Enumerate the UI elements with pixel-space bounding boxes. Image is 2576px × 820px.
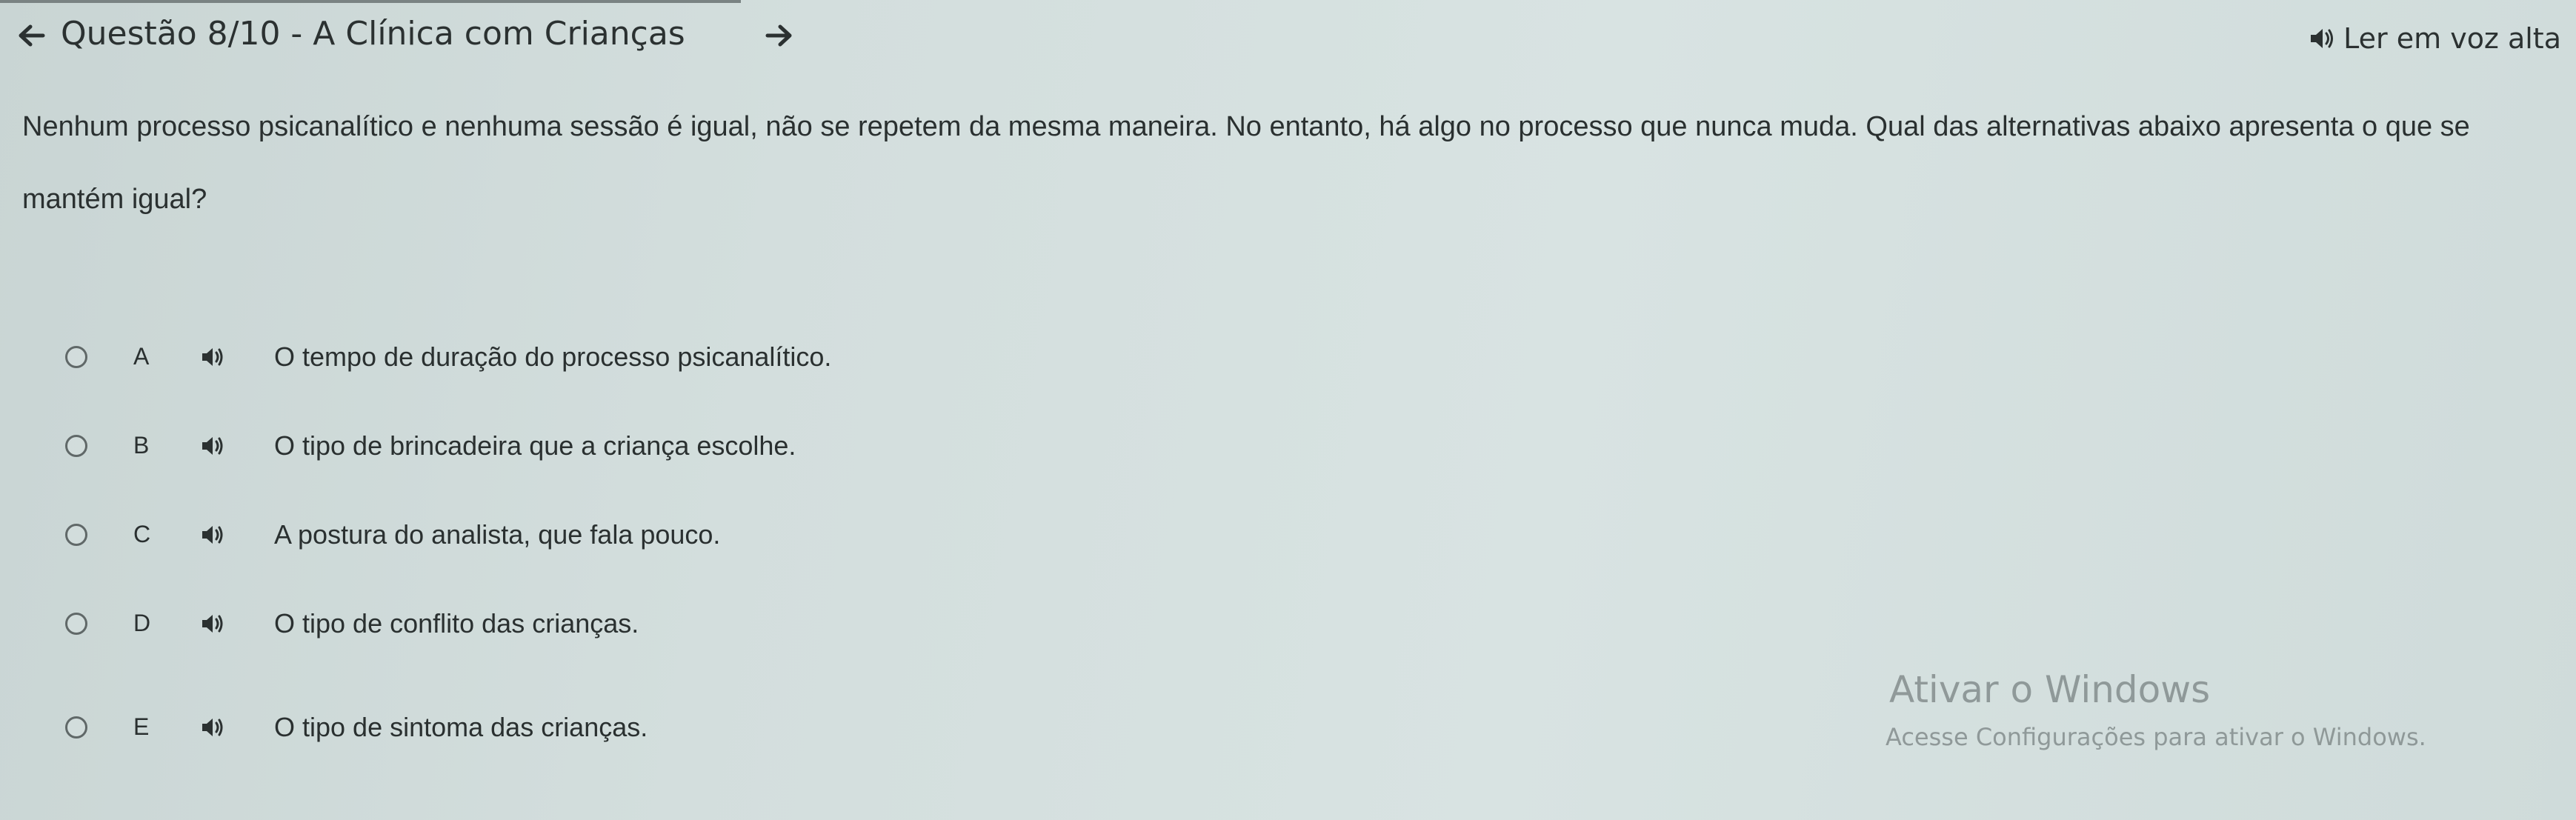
radio-button[interactable] bbox=[65, 716, 87, 739]
option-letter: C bbox=[133, 521, 151, 547]
option-c[interactable]: C A postura do analista, que fala pouco. bbox=[59, 515, 1319, 559]
radio-button[interactable] bbox=[65, 346, 87, 368]
page-title: Questão 8/10 - A Clínica com Crianças bbox=[61, 15, 685, 53]
top-divider bbox=[0, 0, 741, 3]
option-text: O tempo de duração do processo psicanalí… bbox=[274, 341, 832, 372]
watermark-subtitle: Acesse Configurações para ativar o Windo… bbox=[1886, 723, 2426, 751]
windows-activation-watermark: Ativar o Windows Acesse Configurações pa… bbox=[1886, 668, 2426, 751]
speaker-icon bbox=[2308, 24, 2336, 53]
question-header: Questão 8/10 - A Clínica com Crianças Le… bbox=[0, 6, 2576, 65]
radio-button[interactable] bbox=[65, 524, 87, 546]
arrow-left-icon[interactable] bbox=[15, 19, 47, 52]
arrow-right-icon[interactable] bbox=[763, 19, 796, 52]
speaker-icon[interactable] bbox=[200, 433, 227, 459]
option-text: O tipo de brincadeira que a criança esco… bbox=[274, 430, 796, 461]
option-letter: A bbox=[133, 343, 150, 370]
read-aloud-button[interactable]: Ler em voz alta bbox=[2308, 22, 2561, 55]
option-text: O tipo de conflito das crianças. bbox=[274, 608, 639, 639]
option-d[interactable]: D O tipo de conflito das crianças. bbox=[59, 604, 1319, 648]
option-e[interactable]: E O tipo de sintoma das crianças. bbox=[59, 707, 1319, 752]
radio-button[interactable] bbox=[65, 435, 87, 457]
option-a[interactable]: A O tempo de duração do processo psicana… bbox=[59, 337, 1319, 381]
option-letter: E bbox=[133, 713, 150, 740]
read-aloud-label: Ler em voz alta bbox=[2343, 22, 2561, 55]
speaker-icon[interactable] bbox=[200, 344, 227, 370]
question-text: Nenhum processo psicanalítico e nenhuma … bbox=[22, 111, 2470, 215]
option-letter: B bbox=[133, 432, 150, 459]
watermark-title: Ativar o Windows bbox=[1889, 668, 2211, 711]
option-letter: D bbox=[133, 610, 151, 636]
speaker-icon[interactable] bbox=[200, 715, 227, 740]
radio-button[interactable] bbox=[65, 613, 87, 635]
speaker-icon[interactable] bbox=[200, 522, 227, 547]
speaker-icon[interactable] bbox=[200, 611, 227, 636]
option-text: A postura do analista, que fala pouco. bbox=[274, 519, 721, 550]
option-b[interactable]: B O tipo de brincadeira que a criança es… bbox=[59, 426, 1319, 470]
option-text: O tipo de sintoma das crianças. bbox=[274, 712, 648, 742]
